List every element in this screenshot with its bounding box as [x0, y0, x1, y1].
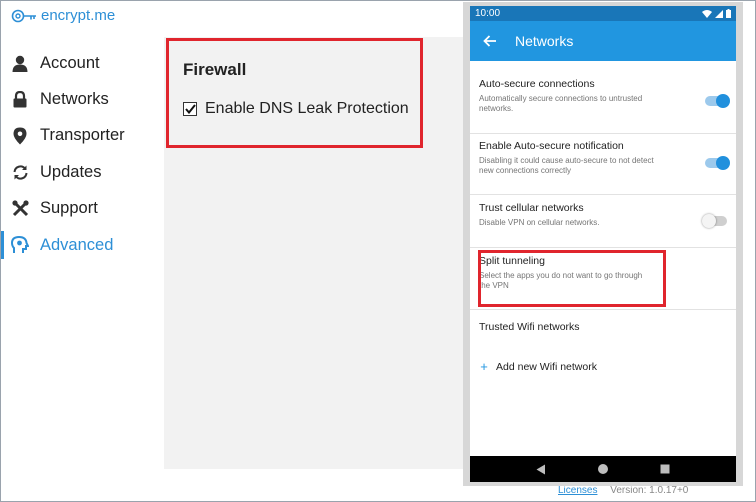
phone-status-bar: 10:00: [470, 6, 736, 21]
back-triangle-icon[interactable]: [536, 464, 546, 475]
refresh-icon: [11, 163, 29, 181]
setting-title: Auto-secure connections: [479, 78, 595, 90]
setting-description: Disable VPN on cellular networks.: [479, 218, 600, 227]
split-tunneling-highlight: [478, 250, 666, 307]
status-icons: [702, 9, 731, 18]
user-icon: [11, 54, 29, 72]
sidebar: Account Networks Transporter Updates Sup…: [1, 45, 161, 263]
plus-icon: +: [480, 359, 488, 374]
battery-icon: [726, 9, 731, 18]
auto-secure-notification-toggle[interactable]: [705, 156, 730, 170]
sidebar-item-label: Updates: [40, 162, 102, 181]
signal-icon: [715, 9, 723, 18]
recents-square-icon[interactable]: [660, 464, 670, 474]
sidebar-item-label: Support: [40, 199, 98, 218]
firewall-title: Firewall: [183, 60, 247, 79]
app-bar-title: Networks: [515, 33, 574, 49]
logo-text: encrypt.me: [41, 7, 116, 24]
tools-icon: [11, 200, 29, 218]
firewall-section: Firewall Enable DNS Leak Protection: [166, 38, 423, 148]
setting-description: Disabling it could cause auto-secure to …: [479, 156, 654, 175]
sidebar-item-support[interactable]: Support: [1, 191, 161, 227]
status-time: 10:00: [475, 8, 501, 19]
dns-leak-protection-label: Enable DNS Leak Protection: [205, 100, 409, 117]
phone-screen: 10:00 Networks Auto-secure connections A…: [470, 6, 736, 482]
android-nav-bar: [470, 456, 736, 482]
phone-screenshot: 10:00 Networks Auto-secure connections A…: [463, 2, 743, 486]
add-wifi-label: Add new Wifi network: [496, 360, 597, 373]
checkmark-icon: [184, 104, 196, 114]
footer: Licenses Version: 1.0.17+0: [558, 485, 688, 496]
trusted-wifi-heading: Trusted Wifi networks: [479, 321, 580, 333]
auto-secure-toggle[interactable]: [705, 94, 730, 108]
version-text: Version: 1.0.17+0: [610, 485, 689, 496]
app-logo: encrypt.me: [11, 7, 115, 24]
setting-trust-cellular[interactable]: Trust cellular networks Disable VPN on c…: [470, 202, 736, 248]
home-circle-icon[interactable]: [597, 463, 609, 475]
setting-auto-secure-notification[interactable]: Enable Auto-secure notification Disablin…: [470, 140, 736, 195]
wifi-icon: [702, 9, 712, 18]
key-icon: [11, 9, 36, 22]
sidebar-item-label: Account: [40, 53, 100, 72]
sidebar-item-label: Networks: [40, 90, 109, 109]
sidebar-item-networks[interactable]: Networks: [1, 81, 161, 117]
sidebar-item-advanced[interactable]: Advanced: [1, 227, 161, 263]
licenses-link[interactable]: Licenses: [558, 485, 597, 496]
setting-auto-secure[interactable]: Auto-secure connections Automatically se…: [470, 78, 736, 134]
sidebar-item-transporter[interactable]: Transporter: [1, 118, 161, 154]
sidebar-item-label: Advanced: [40, 235, 114, 254]
back-arrow-icon[interactable]: [472, 35, 508, 47]
location-pin-icon: [11, 127, 29, 145]
add-wifi-network-button[interactable]: + Add new Wifi network: [479, 359, 597, 374]
sidebar-item-updates[interactable]: Updates: [1, 154, 161, 190]
setting-title: Trust cellular networks: [479, 202, 584, 214]
setting-title: Enable Auto-secure notification: [479, 140, 624, 152]
setting-description: Automatically secure connections to untr…: [479, 94, 643, 113]
lock-icon: [11, 91, 29, 109]
dns-leak-protection-row[interactable]: Enable DNS Leak Protection: [183, 100, 409, 118]
dns-leak-protection-checkbox[interactable]: [183, 102, 197, 116]
head-gear-icon: [11, 236, 29, 254]
phone-app-bar: Networks: [470, 21, 736, 61]
sidebar-item-account[interactable]: Account: [1, 45, 161, 81]
sidebar-item-label: Transporter: [40, 126, 125, 145]
trust-cellular-toggle[interactable]: [702, 214, 727, 228]
title-bar: encrypt.me: [1, 1, 471, 31]
